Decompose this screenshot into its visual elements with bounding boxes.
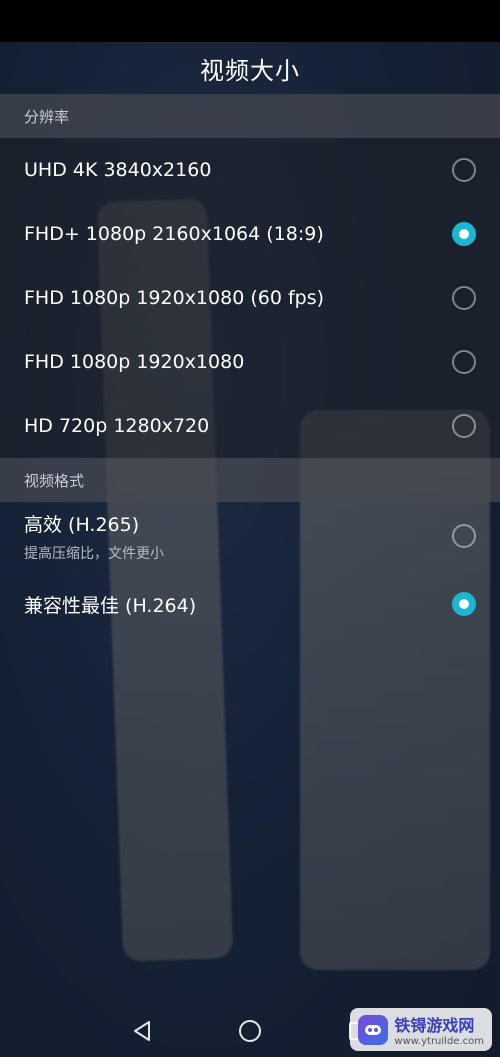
option-h264[interactable]: 兼容性最佳 (H.264) [0, 572, 500, 636]
option-label: 兼容性最佳 (H.264) [24, 594, 197, 617]
watermark-text: 铁锝游戏网 www.ytruilde.com [394, 1012, 484, 1047]
watermark-logo-icon [358, 1014, 389, 1045]
status-bar [0, 0, 500, 42]
radio-button-checked[interactable] [452, 222, 476, 246]
option-label: UHD 4K 3840x2160 [24, 159, 212, 181]
option-fhd-1080p[interactable]: FHD 1080p 1920x1080 [0, 330, 500, 394]
option-label: HD 720p 1280x720 [24, 415, 210, 437]
site-watermark: 铁锝游戏网 www.ytruilde.com [350, 1008, 492, 1051]
watermark-title: 铁锝游戏网 [394, 1016, 475, 1035]
radio-button-checked[interactable] [452, 592, 476, 616]
option-uhd-4k[interactable]: UHD 4K 3840x2160 [0, 138, 500, 202]
radio-button[interactable] [452, 524, 476, 548]
home-icon[interactable] [236, 1017, 264, 1045]
option-label: FHD 1080p 1920x1080 [24, 351, 245, 373]
radio-button[interactable] [452, 158, 476, 182]
watermark-url: www.ytruilde.com [394, 1036, 484, 1047]
radio-button[interactable] [452, 350, 476, 374]
option-text: 高效 (H.265) 提高压缩比，文件更小 [24, 510, 164, 563]
section-header-format: 视频格式 [0, 458, 500, 502]
option-h265[interactable]: 高效 (H.265) 提高压缩比，文件更小 [0, 502, 500, 570]
back-icon[interactable] [128, 1017, 156, 1045]
option-label: FHD+ 1080p 2160x1064 (18:9) [24, 223, 324, 245]
page-title: 视频大小 [200, 56, 300, 85]
option-fhd-plus-1080p[interactable]: FHD+ 1080p 2160x1064 (18:9) [0, 202, 500, 266]
option-description: 提高压缩比，文件更小 [24, 545, 164, 562]
option-fhd-1080p-60fps[interactable]: FHD 1080p 1920x1080 (60 fps) [0, 266, 500, 330]
option-hd-720p[interactable]: HD 720p 1280x720 [0, 394, 500, 458]
option-label: 高效 (H.265) [24, 513, 140, 536]
section-header-resolution: 分辨率 [0, 94, 500, 138]
radio-button[interactable] [452, 286, 476, 310]
option-label: FHD 1080p 1920x1080 (60 fps) [24, 287, 325, 309]
radio-button[interactable] [452, 414, 476, 438]
